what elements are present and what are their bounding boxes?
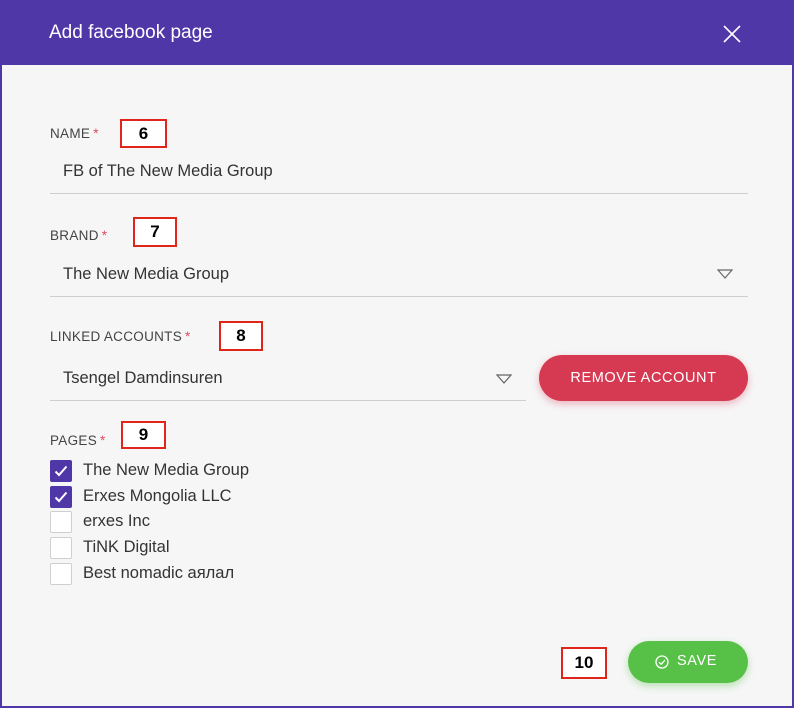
- page-option-label: The New Media Group: [83, 461, 249, 479]
- chevron-down-icon[interactable]: [496, 374, 512, 384]
- required-marker: *: [101, 228, 108, 243]
- page-option-best-nomadic[interactable]: Best nomadic аялал: [50, 562, 310, 586]
- annotation-badge-7: 7: [133, 217, 177, 247]
- page-option-label: erxes Inc: [83, 512, 150, 530]
- linked-accounts-label-text: LINKED ACCOUNTS: [50, 329, 183, 344]
- page-option-erxes-mongolia-llc[interactable]: Erxes Mongolia LLC: [50, 485, 310, 509]
- close-button[interactable]: [718, 20, 746, 48]
- required-marker: *: [93, 126, 99, 141]
- checkbox-checked[interactable]: [50, 460, 72, 482]
- close-icon: [723, 25, 741, 43]
- pages-label: PAGES *: [50, 433, 106, 448]
- brand-select-underline: [50, 296, 748, 297]
- page-option-the-new-media-group[interactable]: The New Media Group: [50, 459, 310, 483]
- checkbox-checked[interactable]: [50, 486, 72, 508]
- annotation-badge-10: 10: [561, 647, 607, 679]
- checkbox-unchecked[interactable]: [50, 511, 72, 533]
- required-marker: *: [100, 433, 106, 448]
- save-button[interactable]: SAVE: [628, 641, 748, 683]
- name-label: NAME *: [50, 126, 99, 141]
- chevron-down-icon[interactable]: [717, 269, 733, 279]
- page-option-label: Best nomadic аялал: [83, 564, 235, 582]
- check-icon: [54, 491, 68, 503]
- brand-label: BRAND *: [50, 228, 107, 243]
- check-icon: [54, 465, 68, 477]
- annotation-badge-9: 9: [121, 421, 166, 449]
- page-option-label: TiNK Digital: [83, 538, 170, 556]
- linked-accounts-underline: [50, 400, 526, 401]
- save-button-label: SAVE: [677, 653, 718, 669]
- name-label-text: NAME: [50, 126, 91, 141]
- remove-account-button[interactable]: REMOVE ACCOUNT: [539, 355, 748, 401]
- page-option-tink-digital[interactable]: TiNK Digital: [50, 536, 310, 560]
- name-input-underline: [50, 193, 748, 194]
- checkbox-unchecked[interactable]: [50, 537, 72, 559]
- check-circle-icon: [655, 655, 669, 669]
- annotation-badge-8: 8: [219, 321, 263, 351]
- brand-select[interactable]: The New Media Group: [63, 265, 229, 284]
- page-option-label: Erxes Mongolia LLC: [83, 487, 232, 505]
- checkbox-unchecked[interactable]: [50, 563, 72, 585]
- name-input[interactable]: FB of The New Media Group: [63, 162, 273, 181]
- required-marker: *: [185, 329, 191, 344]
- add-facebook-page-dialog: Add facebook page NAME * 6 FB of The New …: [0, 0, 794, 708]
- brand-label-text: BRAND: [50, 228, 99, 243]
- dialog-title: Add facebook page: [49, 22, 213, 43]
- dialog-header: Add facebook page: [2, 2, 792, 65]
- linked-accounts-select[interactable]: Tsengel Damdinsuren: [63, 369, 223, 388]
- annotation-badge-6: 6: [120, 119, 167, 148]
- linked-accounts-label: LINKED ACCOUNTS *: [50, 329, 191, 344]
- pages-label-text: PAGES: [50, 433, 98, 448]
- page-option-erxes-inc[interactable]: erxes Inc: [50, 510, 310, 534]
